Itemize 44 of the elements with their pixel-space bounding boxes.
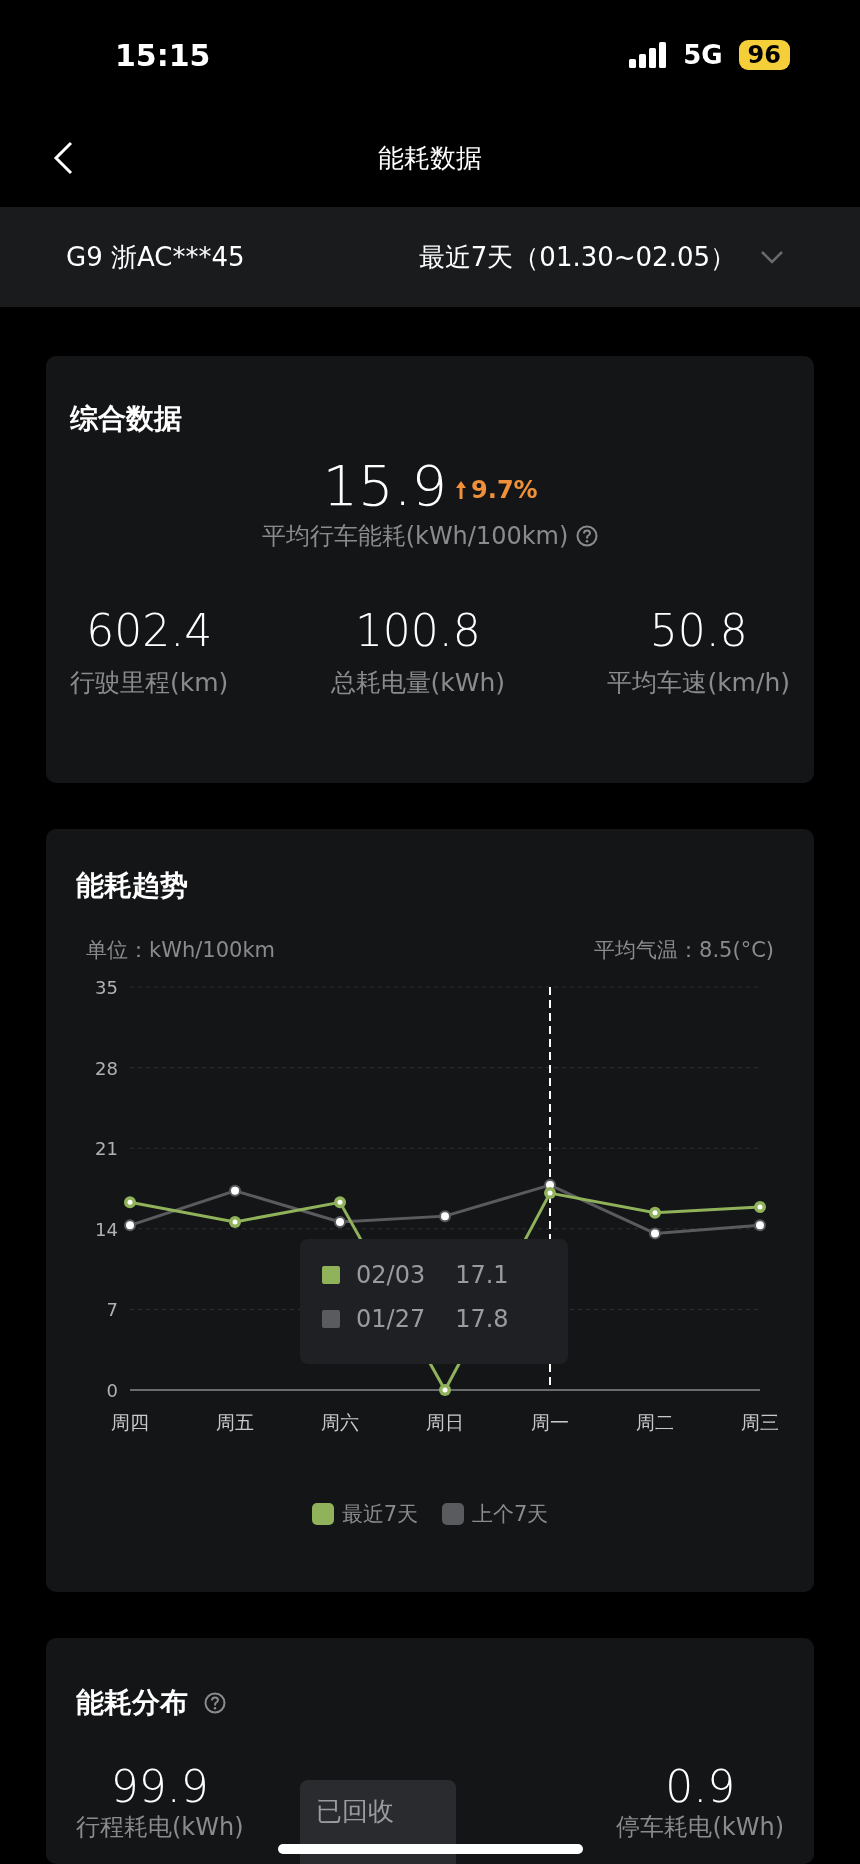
stat-label: 行驶里程(km) (70, 667, 229, 699)
card-title: 综合数据 (70, 401, 183, 437)
period-selector[interactable]: 最近7天（01.30~02.05） (418, 237, 736, 277)
legend-label: 上个7天 (472, 1500, 549, 1528)
stat-value: 100.8 (354, 604, 481, 658)
tooltip-value: 17.1 (455, 1260, 509, 1291)
stat-label: 平均车速(km/h) (607, 667, 790, 699)
average-consumption-value: 15.9 (322, 454, 448, 518)
card-title: 能耗趋势 (75, 868, 189, 904)
y-tick-label: 7 (106, 1298, 118, 1320)
x-tick-label: 周六 (321, 1410, 359, 1433)
popup-label: 已回收 (316, 1796, 394, 1826)
card-title: 能耗分布 (76, 1685, 188, 1721)
y-tick-label: 28 (95, 1057, 118, 1079)
y-tick-label: 35 (95, 976, 118, 998)
tooltip-date: 01/27 (356, 1304, 426, 1335)
temperature-label: 平均气温：8.5(°C) (594, 937, 774, 964)
clock-time: 15:15 (115, 36, 211, 75)
network-label: 5G (683, 38, 723, 72)
stat-label: 总耗电量(kWh) (330, 667, 506, 699)
x-tick-label: 周三 (741, 1410, 779, 1433)
x-tick-label: 周一 (531, 1410, 569, 1433)
stat-value: 602.4 (86, 604, 213, 658)
y-tick-label: 0 (106, 1379, 118, 1401)
stat-label: 行程耗电(kWh) (76, 1812, 244, 1842)
tooltip-value: 17.8 (455, 1304, 509, 1335)
legend-label: 最近7天 (341, 1500, 418, 1528)
unit-label: 单位：kWh/100km (86, 937, 275, 964)
x-tick-label: 周四 (111, 1410, 149, 1433)
battery-level: 96 (738, 40, 790, 70)
stat-value: 99.9 (110, 1762, 209, 1812)
vehicle-selector[interactable]: G9 浙AC***45 (66, 237, 245, 277)
x-tick-label: 周二 (636, 1410, 674, 1433)
stat-label: 停车耗电(kWh) (616, 1812, 784, 1842)
x-tick-label: 周日 (426, 1410, 464, 1433)
stat-value: 0.9 (665, 1762, 736, 1812)
y-tick-label: 21 (95, 1137, 118, 1159)
change-percent: 9.7% (471, 475, 538, 506)
y-tick-label: 14 (95, 1218, 118, 1240)
tooltip-date: 02/03 (356, 1260, 426, 1291)
average-consumption-label: 平均行车能耗(kWh/100km) (261, 521, 569, 552)
page-title: 能耗数据 (378, 142, 482, 175)
x-tick-label: 周五 (216, 1410, 254, 1433)
stat-value: 50.8 (649, 604, 748, 658)
